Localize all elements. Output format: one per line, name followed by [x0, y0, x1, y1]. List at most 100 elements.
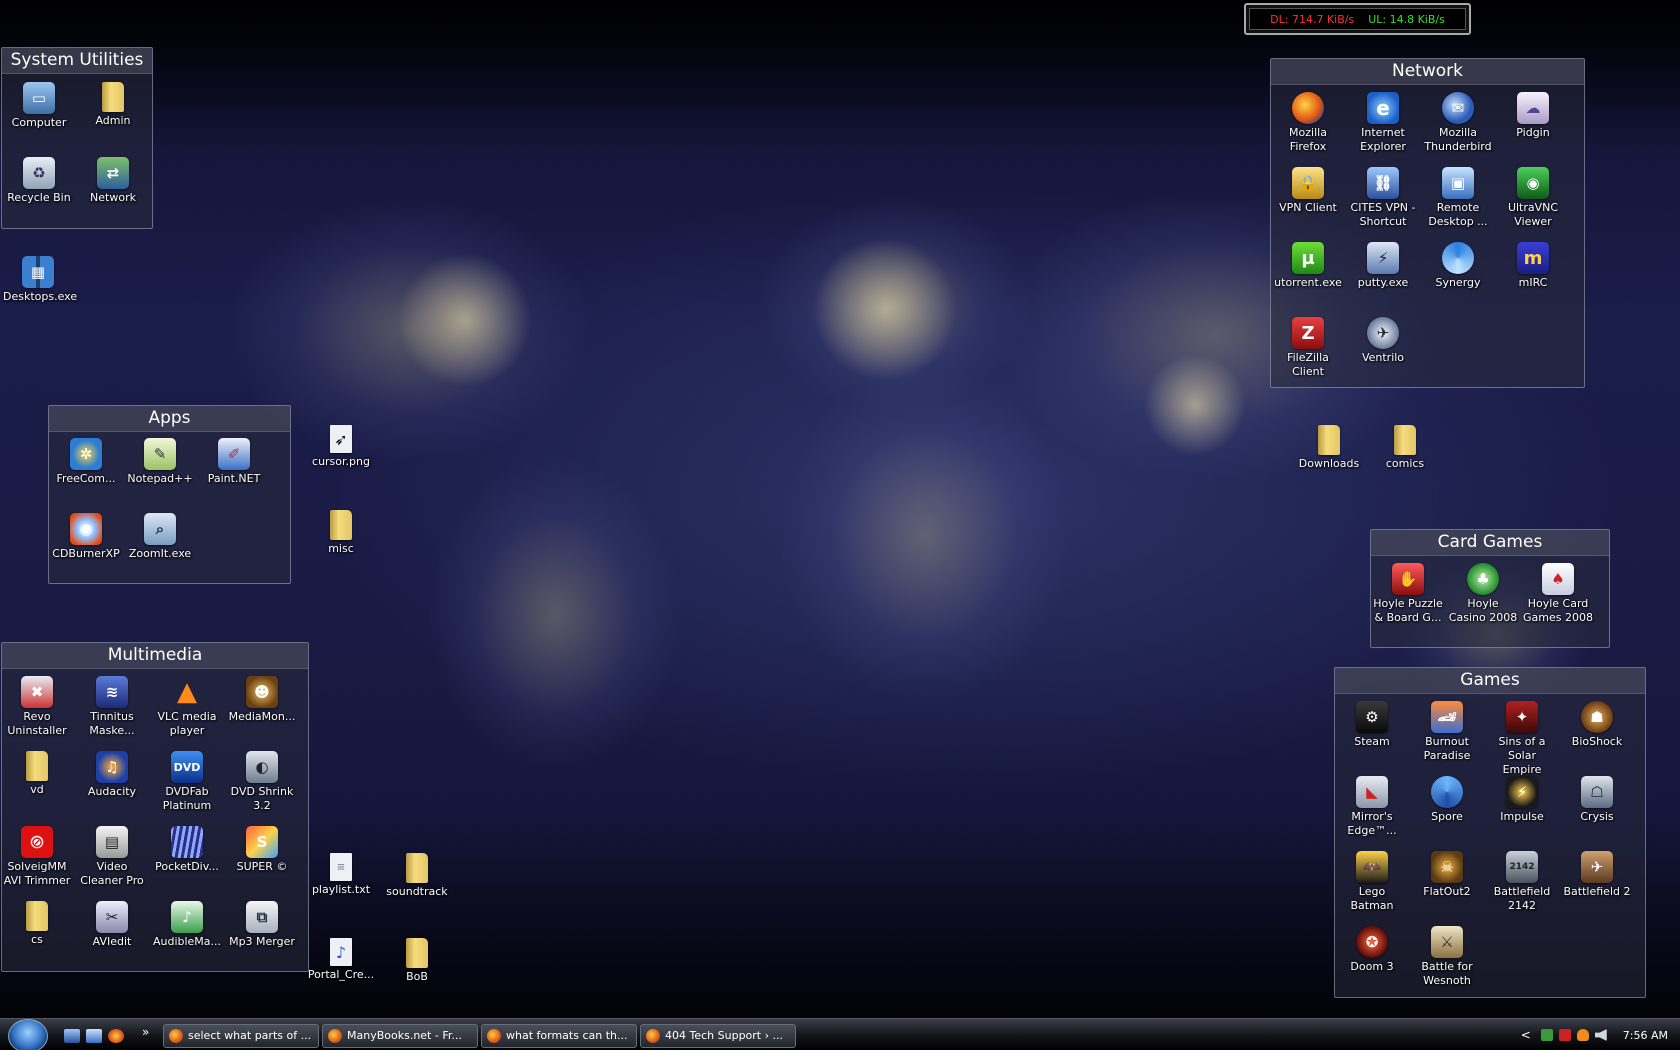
- desktop-icon-internet-explorer[interactable]: e Internet Explorer: [1348, 92, 1418, 154]
- desktop-icon-zoomit[interactable]: ⌕ ZoomIt.exe: [125, 513, 195, 561]
- desktop-icon-putty[interactable]: ⚡ putty.exe: [1348, 242, 1418, 290]
- desktop-icon-recycle-bin[interactable]: ♻ Recycle Bin: [4, 157, 74, 205]
- desktop-icon-doom-3[interactable]: ✪ Doom 3: [1337, 926, 1407, 974]
- flame-tray-icon[interactable]: [1576, 1029, 1589, 1041]
- desktop-icon-cites-vpn[interactable]: ⛓ CITES VPN - Shortcut: [1348, 167, 1418, 229]
- show-desktop-icon[interactable]: [64, 1029, 80, 1043]
- taskbar-button[interactable]: ManyBooks.net - Fr...: [322, 1024, 478, 1048]
- desktop-icon-vpn-client[interactable]: 🔒 VPN Client: [1273, 167, 1343, 215]
- start-button[interactable]: [8, 1019, 48, 1050]
- taskbar-button[interactable]: 404 Tech Support › ...: [640, 1024, 796, 1048]
- desktop-icon-soundtrack[interactable]: soundtrack: [382, 853, 452, 899]
- switch-windows-icon[interactable]: [86, 1029, 102, 1043]
- upload-speed: UL: 14.8 KiB/s: [1368, 12, 1445, 26]
- desktop-icon-cdburnerxp[interactable]: ◉ CDBurnerXP: [51, 513, 121, 561]
- desktop-icon-thunderbird[interactable]: ✉ Mozilla Thunderbird: [1423, 92, 1493, 154]
- desktop-icon-steam[interactable]: ⚙ Steam: [1337, 701, 1407, 749]
- taskbar-button[interactable]: what formats can th...: [481, 1024, 637, 1048]
- desktop-icon-mediamonkey[interactable]: ☻ MediaMon...: [227, 676, 297, 724]
- network-tray-icon[interactable]: [1540, 1029, 1553, 1041]
- desktop-icon-admin[interactable]: Admin: [78, 82, 148, 128]
- desktop-icon-solveigmm[interactable]: ⊘ SolveigMM AVI Trimmer: [2, 826, 72, 888]
- hoyle-casino-icon: ♣: [1467, 563, 1499, 595]
- fence-title: Apps: [49, 406, 290, 432]
- quick-launch-more-chevron[interactable]: »: [142, 1025, 149, 1039]
- desktop-icon-impulse[interactable]: ⚡ Impulse: [1487, 776, 1557, 824]
- fence-title: Network: [1271, 59, 1584, 85]
- taskbar-button[interactable]: select what parts of ...: [163, 1024, 319, 1048]
- fence-multimedia[interactable]: Multimedia ✖ Revo Uninstaller ≋ Tinnitus M…: [1, 642, 309, 972]
- desktop-icon-battlefield-2142[interactable]: 2142 Battlefield 2142: [1487, 851, 1557, 913]
- desktop-icon-lego-batman[interactable]: 🦇 Lego Batman: [1337, 851, 1407, 913]
- desktop-icon-cs[interactable]: cs: [2, 901, 72, 947]
- desktop-icon-burnout-paradise[interactable]: 🏎 Burnout Paradise: [1412, 701, 1482, 763]
- desktop-icon-revo-uninstaller[interactable]: ✖ Revo Uninstaller: [2, 676, 72, 738]
- desktop-icon-filezilla[interactable]: Z FileZilla Client: [1273, 317, 1343, 379]
- clock[interactable]: 7:56 AM: [1623, 1029, 1668, 1042]
- fence-apps[interactable]: Apps ✲ FreeCom... ✎ Notepad++ ✐ Paint.NET ◉…: [48, 405, 291, 584]
- desktop-icon-misc[interactable]: misc: [306, 510, 376, 556]
- desktop-icon-bob[interactable]: BoB: [382, 938, 452, 984]
- lego-batman-icon: 🦇: [1356, 851, 1388, 883]
- volume-tray-icon[interactable]: [1594, 1029, 1607, 1041]
- desktop-icon-hoyle-card-games[interactable]: ♠ Hoyle Card Games 2008: [1523, 563, 1593, 625]
- desktop-icon-hoyle-casino[interactable]: ♣ Hoyle Casino 2008: [1448, 563, 1518, 625]
- desktop-icon-portal-credits[interactable]: ♪ Portal_Cre...: [306, 938, 376, 982]
- desktop-icon-mp3-merger[interactable]: ⧉ Mp3 Merger: [227, 901, 297, 949]
- flatout-icon: ☠: [1431, 851, 1463, 883]
- desktop-icon-ventrilo[interactable]: ✈ Ventrilo: [1348, 317, 1418, 365]
- desktop-icon-vd[interactable]: vd: [2, 751, 72, 797]
- desktop-icon-video-cleaner[interactable]: ▤ Video Cleaner Pro: [77, 826, 147, 888]
- desktop-icon-aviedit[interactable]: ✂ AVIedit: [77, 901, 147, 949]
- folder-icon: [102, 82, 124, 112]
- desktop-icon-pocketdivx[interactable]: PocketDiv...: [152, 826, 222, 874]
- pocketdivx-icon: [171, 826, 203, 858]
- desktop-icon-remote-desktop[interactable]: ▣ Remote Desktop ...: [1423, 167, 1493, 229]
- desktop-icon-audacity[interactable]: ♫ Audacity: [77, 751, 147, 799]
- desktop-icon-super[interactable]: S SUPER ©: [227, 826, 297, 874]
- desktop-icon-bioshock[interactable]: ☗ BioShock: [1562, 701, 1632, 749]
- desktop-icon-freecom[interactable]: ✲ FreeCom...: [51, 438, 121, 486]
- desktop-icon-vlc[interactable]: ▲ VLC media player: [152, 676, 222, 738]
- desktop-icon-synergy[interactable]: Synergy: [1423, 242, 1493, 290]
- desktop-icon-notepad-plus-plus[interactable]: ✎ Notepad++: [125, 438, 195, 486]
- desktop-icon-audiblemanager[interactable]: ♪ AudibleMa...: [152, 901, 222, 949]
- desktop-icon-ultravnc[interactable]: ◉ UltraVNC Viewer: [1498, 167, 1568, 229]
- desktop-icon-dvd-shrink[interactable]: ◐ DVD Shrink 3.2: [227, 751, 297, 813]
- playing-cards-icon: ♠: [1542, 563, 1574, 595]
- desktop-icon-battle-for-wesnoth[interactable]: ⚔ Battle for Wesnoth: [1412, 926, 1482, 988]
- desktop-icon-hoyle-puzzle[interactable]: ✋ Hoyle Puzzle & Board G...: [1373, 563, 1443, 625]
- text-file-icon: ≡: [330, 853, 352, 881]
- fence-card-games[interactable]: Card Games ✋ Hoyle Puzzle & Board G... ♣ H…: [1370, 529, 1610, 648]
- desktop-icon-playlist-txt[interactable]: ≡ playlist.txt: [306, 853, 376, 897]
- vpn-shortcut-icon: ⛓: [1367, 167, 1399, 199]
- desktop-icon-pidgin[interactable]: ☁ Pidgin: [1498, 92, 1568, 140]
- desktop-icon-computer[interactable]: ▭ Computer: [4, 82, 74, 130]
- fence-games[interactable]: Games ⚙ Steam 🏎 Burnout Paradise ✦ Sins of …: [1334, 667, 1646, 998]
- firefox-quicklaunch-icon[interactable]: [108, 1029, 124, 1043]
- desktop-icon-flatout2[interactable]: ☠ FlatOut2: [1412, 851, 1482, 899]
- utorrent-icon: µ: [1292, 242, 1324, 274]
- desktop-icon-utorrent[interactable]: µ utorrent.exe: [1273, 242, 1343, 290]
- desktop-icon-tinnitus-masker[interactable]: ≋ Tinnitus Maske...: [77, 676, 147, 738]
- desktop-icon-desktops-exe[interactable]: ▦ Desktops.exe: [3, 256, 77, 304]
- desktop-icon-cursor-png[interactable]: ➶ cursor.png: [306, 425, 376, 469]
- fence-network[interactable]: Network Mozilla Firefox e Internet Explor…: [1270, 58, 1585, 388]
- desktop-icon-firefox[interactable]: Mozilla Firefox: [1273, 92, 1343, 154]
- desktop-icon-crysis[interactable]: ☖ Crysis: [1562, 776, 1632, 824]
- desktop-icon-dvdfab[interactable]: DVD DVDFab Platinum: [152, 751, 222, 813]
- tray-expand-chevron[interactable]: <: [1521, 1028, 1531, 1042]
- desktop-icon-downloads[interactable]: Downloads: [1294, 425, 1364, 471]
- fence-system-utilities[interactable]: System Utilities ▭ Computer Admin ♻ Recycl…: [1, 47, 153, 229]
- security-tray-icon[interactable]: [1558, 1029, 1571, 1041]
- doom-pentagram-icon: ✪: [1356, 926, 1388, 958]
- desktop-icon-comics[interactable]: comics: [1370, 425, 1440, 471]
- desktop-icon-network[interactable]: ⇄ Network: [78, 157, 148, 205]
- desktop-icon-mirrors-edge[interactable]: ◣ Mirror's Edge™...: [1337, 776, 1407, 838]
- desktop-icon-sins-solar-empire[interactable]: ✦ Sins of a Solar Empire: [1487, 701, 1557, 777]
- crysis-icon: ☖: [1581, 776, 1613, 808]
- desktop-icon-battlefield-2[interactable]: ✈ Battlefield 2: [1562, 851, 1632, 899]
- desktop-icon-spore[interactable]: Spore: [1412, 776, 1482, 824]
- desktop-icon-mirc[interactable]: m mIRC: [1498, 242, 1568, 290]
- desktop-icon-paint-net[interactable]: ✐ Paint.NET: [199, 438, 269, 486]
